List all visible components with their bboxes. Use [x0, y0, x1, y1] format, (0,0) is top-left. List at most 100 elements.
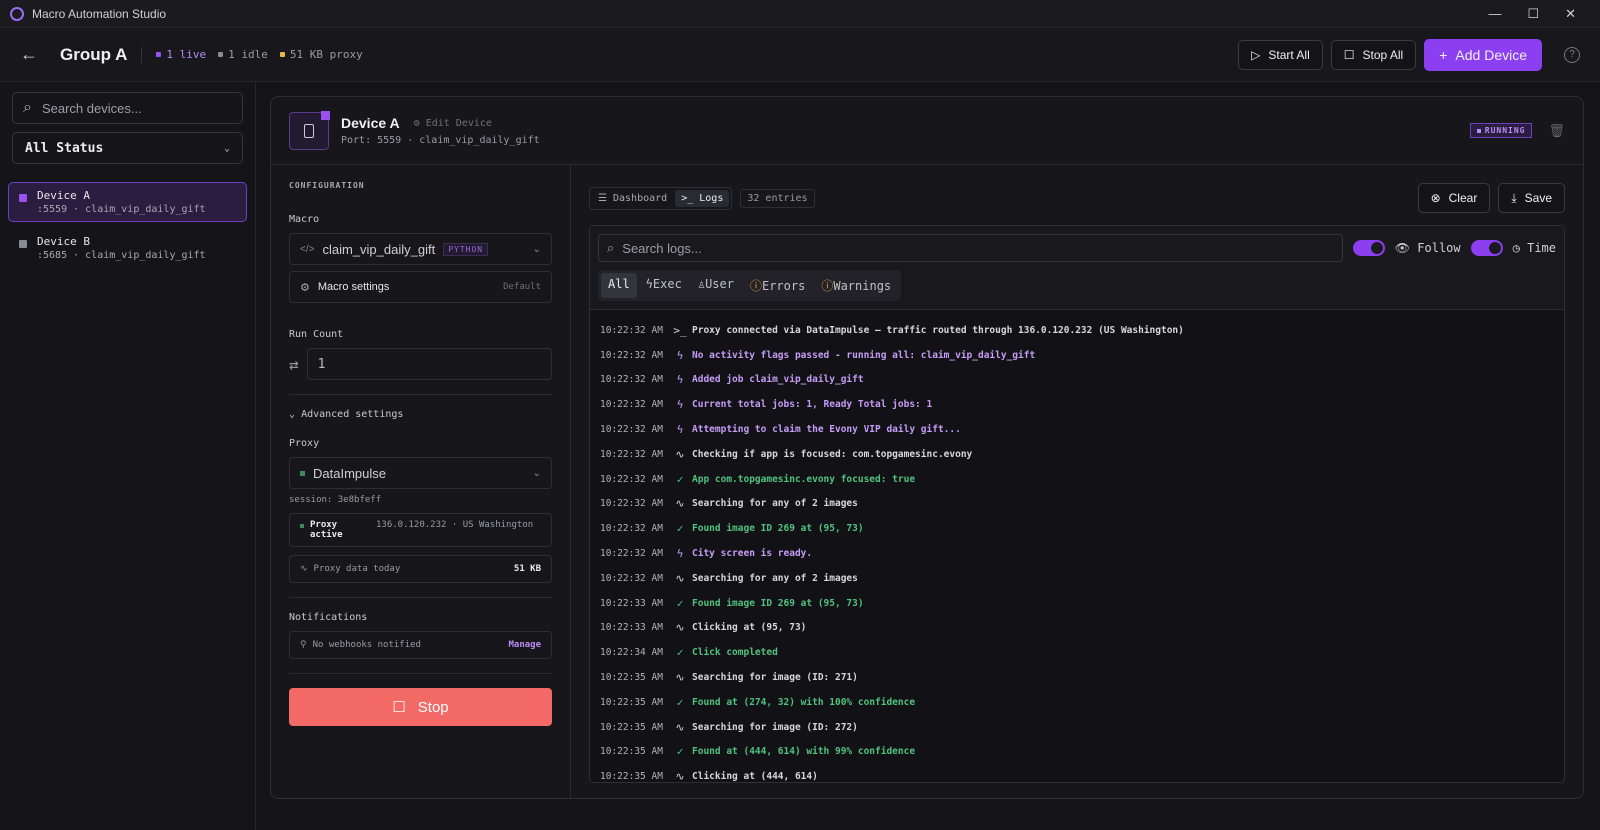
sidebar: ⌕ Search devices... All Status ⌄ Device … [0, 82, 256, 830]
activity-icon: ∿ [675, 720, 685, 734]
log-time: 10:22:32 AM [600, 548, 663, 560]
close-icon[interactable]: ✕ [1565, 6, 1576, 22]
run-count-input[interactable]: 1 [306, 348, 552, 380]
webhooks-box: ⚲ No webhooks notified Manage [289, 631, 552, 659]
log-message: Found at (274, 32) with 100% confidence [692, 696, 916, 708]
log-time: 10:22:32 AM [600, 349, 663, 361]
log-time: 10:22:34 AM [600, 647, 663, 659]
download-icon: ⤓ [1511, 190, 1517, 205]
log-message: Clicking at (444, 614) [692, 771, 818, 783]
terminal-icon: >_ [681, 192, 694, 204]
add-device-button[interactable]: + Add Device [1424, 38, 1542, 71]
filter-all[interactable]: All [601, 273, 637, 298]
filter-warnings[interactable]: ⓘWarnings [814, 273, 898, 298]
help-icon[interactable]: ? [1564, 46, 1580, 63]
stop-button[interactable]: ☐ Stop [289, 688, 552, 726]
proxy-select[interactable]: DataImpulse ⌄ [289, 457, 552, 489]
idle-dot-icon [218, 52, 224, 57]
chevron-down-icon: ⌄ [532, 467, 541, 479]
bolt-icon: ϟ [676, 398, 684, 412]
status-filter-select[interactable]: All Status ⌄ [12, 132, 243, 164]
tab-dashboard[interactable]: ☰ Dashboard [592, 190, 673, 207]
filter-user-label: User [705, 277, 734, 291]
log-message: Added job claim_vip_daily_gift [692, 374, 864, 386]
log-time: 10:22:32 AM [600, 473, 663, 485]
macro-value: claim_vip_daily_gift [322, 241, 436, 257]
device-list-item-a[interactable]: Device A :5559 · claim_vip_daily_gift [8, 182, 247, 222]
filter-warnings-label: Warnings [833, 279, 892, 293]
view-tabs: ☰ Dashboard >_ Logs [589, 186, 733, 210]
macro-language-tag: PYTHON [443, 242, 489, 256]
start-all-button[interactable]: ▷ Start All [1238, 39, 1323, 70]
notifications-label: Notifications [289, 612, 368, 623]
webhooks-label: No webhooks notified [312, 640, 421, 650]
trash-icon[interactable]: 🗑 [1548, 123, 1565, 139]
x-circle-icon: ⊗ [1430, 191, 1441, 205]
maximize-icon[interactable]: ☐ [1527, 6, 1539, 22]
device-sub: :5559 · claim_vip_daily_gift [37, 204, 206, 215]
time-toggle[interactable] [1470, 240, 1503, 256]
minimize-icon[interactable]: — [1488, 6, 1501, 22]
running-dot-icon [1476, 128, 1481, 133]
edit-device-link[interactable]: ⚙ Edit Device [414, 118, 492, 129]
log-search-input[interactable]: ⌕ Search logs... [598, 234, 1343, 262]
active-dot-icon [300, 524, 304, 528]
header: ← Group A 1 live 1 idle 51 KB proxy ▷ Sta… [0, 28, 1600, 82]
run-count-value: 1 [317, 356, 326, 372]
log-list: 10:22:32 AM >_ Proxy connected via DataImp… [590, 310, 1564, 783]
log-message: Attempting to claim the Evony VIP daily … [692, 424, 961, 436]
square-icon: ☐ [1343, 47, 1355, 62]
back-arrow-icon[interactable]: ← [20, 44, 38, 65]
logs-controls: ⌕ Search logs... 👁 Follow ◷ Time All ϟEx… [590, 226, 1564, 310]
filter-exec[interactable]: ϟExec [639, 273, 689, 298]
divider [289, 394, 552, 395]
status-badge-icon [321, 110, 330, 120]
clear-button[interactable]: ⊗ Clear [1417, 183, 1491, 213]
follow-label: 👁 Follow [1395, 241, 1461, 255]
logs-pane: ☰ Dashboard >_ Logs 32 entries ⊗ Clear ⤓ S… [571, 165, 1583, 798]
toggle-knob [1488, 242, 1501, 254]
device-card: Device A ⚙ Edit Device Port: 5559 · clai… [270, 96, 1584, 799]
proxy-label: 51 KB proxy [289, 48, 363, 61]
filter-errors[interactable]: ⓘErrors [743, 273, 812, 298]
activity-icon: ∿ [675, 497, 685, 511]
log-time: 10:22:35 AM [600, 721, 663, 733]
follow-toggle[interactable] [1352, 240, 1385, 256]
log-row: 10:22:35 AM ∿ Clicking at (444, 614) [600, 764, 1554, 783]
warning-icon: ⓘ [821, 279, 834, 293]
search-icon: ⌕ [607, 240, 615, 255]
bolt-icon: ϟ [676, 373, 684, 387]
live-label: 1 live [166, 48, 207, 61]
log-time: 10:22:32 AM [600, 498, 663, 510]
gear-icon: ⚙ [413, 117, 420, 129]
advanced-settings-toggle[interactable]: ⌄ Advanced settings [289, 409, 552, 420]
stop-all-button[interactable]: ☐ Stop All [1330, 39, 1417, 70]
log-time: 10:22:32 AM [600, 572, 663, 584]
sliders-icon: ☰ [598, 192, 607, 204]
tab-logs[interactable]: >_ Logs [675, 189, 730, 207]
macro-select[interactable]: </> claim_vip_daily_gift PYTHON ⌄ [289, 233, 552, 265]
code-icon: </> [300, 243, 315, 255]
log-time: 10:22:33 AM [600, 622, 663, 634]
proxy-session: session: 3e8bfeff [289, 495, 382, 505]
entries-count: 32 entries [740, 188, 815, 208]
search-icon: ⌕ [23, 99, 32, 116]
device-search-placeholder: Search devices... [41, 100, 142, 116]
macro-settings-label: Macro settings [317, 281, 390, 293]
play-icon: ▷ [1251, 47, 1261, 62]
log-row: 10:22:32 AM ✓ Found image ID 269 at (95, 7… [600, 516, 1554, 541]
device-status-icon [19, 194, 27, 202]
log-time: 10:22:35 AM [600, 771, 663, 783]
macro-settings-button[interactable]: ⚙ Macro settings Default [289, 271, 552, 303]
manage-webhooks-link[interactable]: Manage [508, 640, 541, 650]
filter-user[interactable]: ♙User [691, 273, 741, 298]
save-button[interactable]: ⤓ Save [1498, 183, 1565, 213]
log-time: 10:22:35 AM [600, 696, 663, 708]
activity-icon: ∿ [675, 571, 685, 585]
square-icon: ☐ [392, 699, 406, 716]
device-search-input[interactable]: ⌕ Search devices... [12, 92, 243, 124]
status-filter-value: All Status [25, 140, 104, 156]
check-circle-icon: ✓ [676, 522, 684, 536]
device-list-item-b[interactable]: Device B :5685 · claim_vip_daily_gift [8, 228, 247, 268]
clock-icon: ◷ [1512, 241, 1520, 255]
